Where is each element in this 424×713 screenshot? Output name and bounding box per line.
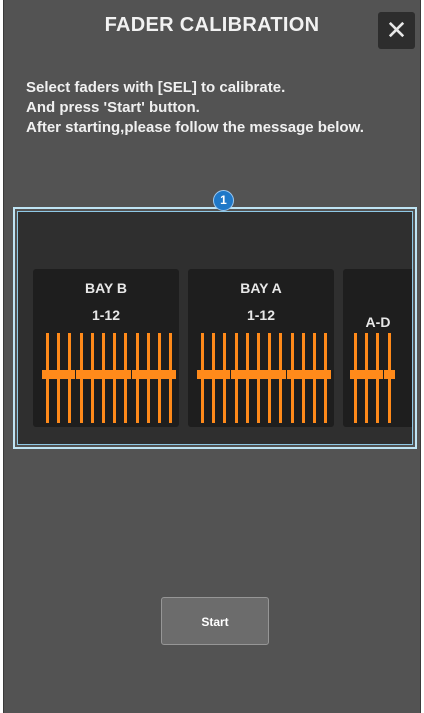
fader-icon <box>120 333 132 423</box>
fader-icon <box>197 333 208 423</box>
fader-icon <box>142 333 154 423</box>
fader-icon <box>219 333 231 423</box>
fader-icon <box>275 333 287 423</box>
fader-calibration-dialog: FADER CALIBRATION ✕ Select faders with [… <box>3 0 421 713</box>
bay-b-tile[interactable]: BAY B 1-12 <box>33 269 179 427</box>
fader-icon <box>320 333 332 423</box>
fader-icon <box>98 333 109 423</box>
fader-icon <box>241 333 253 423</box>
bay-name: BAY B <box>84 280 128 296</box>
bay-name: BAY A <box>240 280 282 296</box>
fader-group <box>197 333 332 423</box>
close-icon: ✕ <box>385 15 408 45</box>
fader-icon <box>64 333 76 423</box>
fader-icon <box>75 333 87 423</box>
start-button[interactable]: Start <box>161 597 269 645</box>
fader-group <box>350 333 395 423</box>
fader-icon <box>286 333 298 423</box>
instruction-line: Select faders with [SEL] to calibrate. <box>26 79 286 96</box>
fader-icon <box>372 333 384 423</box>
fader-icon <box>383 333 395 423</box>
fader-icon <box>86 333 98 423</box>
fader-icon <box>264 333 276 423</box>
fader-icon <box>297 333 309 423</box>
fader-icon <box>131 333 143 423</box>
bay-range: 1-12 <box>91 307 121 323</box>
fader-icon <box>165 333 177 423</box>
fader-icon <box>53 333 65 423</box>
bay-a-tile[interactable]: BAY A 1-12 <box>188 269 334 427</box>
callout-number-badge: 1 <box>213 190 234 211</box>
close-button[interactable]: ✕ <box>378 12 415 49</box>
fader-icon <box>350 333 361 423</box>
fader-icon <box>309 333 320 423</box>
fader-icon <box>361 333 373 423</box>
bay-selection-area: BAY B 1-12 BAY A 1-12 A-D <box>13 207 417 449</box>
fader-group <box>42 333 177 423</box>
fader-icon <box>42 333 53 423</box>
fader-icon <box>208 333 220 423</box>
bay-selection-panel: BAY B 1-12 BAY A 1-12 A-D <box>17 211 413 445</box>
fader-icon <box>253 333 264 423</box>
dialog-title: FADER CALIBRATION <box>104 14 320 36</box>
instructions-text: Select faders with [SEL] to calibrate. A… <box>26 78 416 138</box>
bay-range: A-D <box>365 314 391 330</box>
instruction-line: And press 'Start' button. <box>26 99 200 116</box>
fader-icon <box>230 333 242 423</box>
instruction-line: After starting,please follow the message… <box>26 119 364 136</box>
fader-icon <box>154 333 165 423</box>
bay-range: 1-12 <box>246 307 276 323</box>
fader-icon <box>109 333 121 423</box>
bay-c-tile[interactable]: A-D <box>343 269 412 427</box>
